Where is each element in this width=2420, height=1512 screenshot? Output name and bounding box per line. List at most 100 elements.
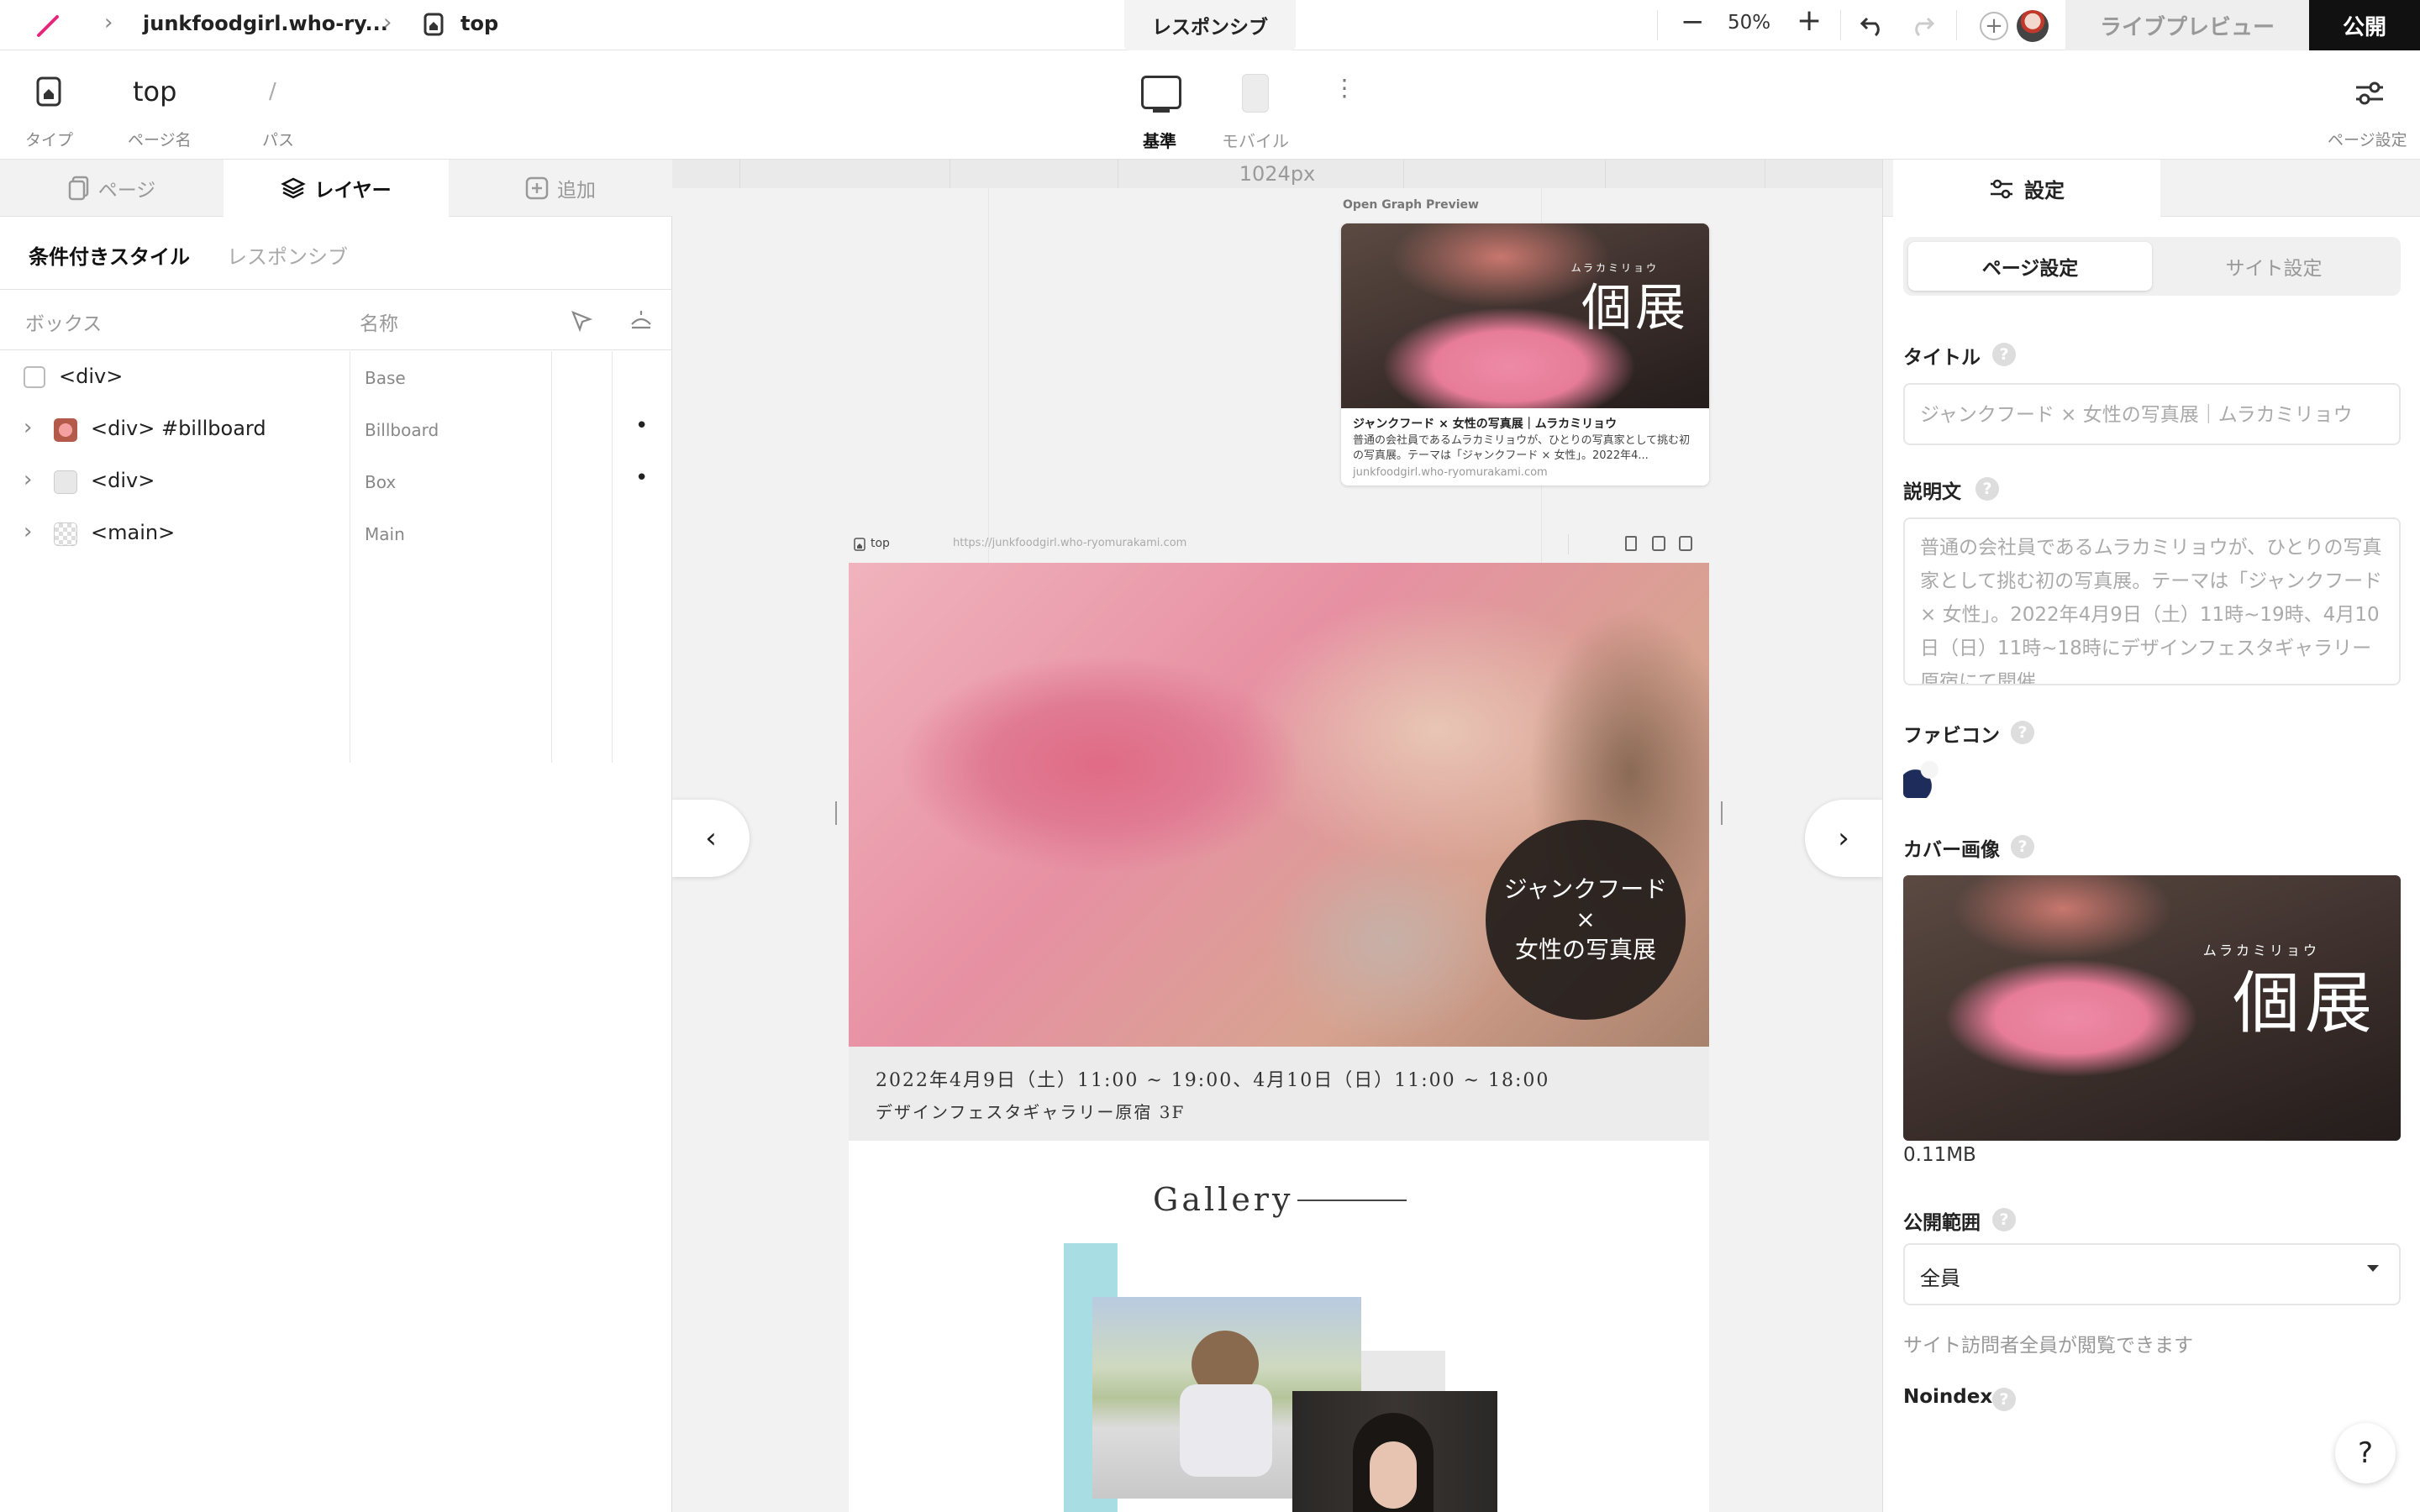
checkbox-icon[interactable]: [24, 366, 45, 388]
title-placeholder: ジャンクフード × 女性の写真展｜ムラカミリョウ: [1920, 404, 2353, 426]
title-label: タイトル: [1903, 347, 1981, 369]
responsive-mode-tab[interactable]: レスポンシブ: [1124, 0, 1296, 50]
layer-row[interactable]: › <div> #billboard Billboard •: [0, 403, 672, 455]
path-value[interactable]: /: [269, 79, 276, 104]
tab-add[interactable]: 追加: [449, 160, 672, 217]
og-title: ジャンクフード × 女性の写真展｜ムラカミリョウ: [1353, 417, 1618, 431]
hero-line-3: 女性の写真展: [1514, 936, 1656, 963]
subtab-responsive[interactable]: レスポンシブ: [227, 240, 348, 270]
page-settings-icon[interactable]: [2354, 81, 2385, 106]
redo-icon[interactable]: [1907, 13, 1936, 37]
layer-row[interactable]: › <div> Box •: [0, 455, 672, 507]
duplicate-icon[interactable]: [1652, 536, 1665, 551]
resize-handle-right[interactable]: [1721, 801, 1723, 825]
tab-pages-label: ページ: [97, 179, 156, 202]
visibility-select[interactable]: 全員: [1903, 1243, 2401, 1305]
cover-image-subtitle: ムラカミリョウ: [2202, 942, 2320, 958]
zoom-in-icon[interactable]: +: [1797, 3, 1822, 38]
chevron-right-icon: ›: [383, 10, 392, 35]
help-icon[interactable]: ?: [2011, 835, 2034, 858]
description-textarea[interactable]: 普通の会社員であるムラカミリョウが、ひとりの写真家として挑む初の写真展。テーマは…: [1903, 517, 2401, 685]
add-collaborator-icon[interactable]: +: [1980, 12, 2008, 40]
divider: [1568, 534, 1569, 554]
title-input[interactable]: ジャンクフード × 女性の写真展｜ムラカミリョウ: [1903, 383, 2401, 445]
layer-row[interactable]: › <main> Main: [0, 507, 672, 559]
avatar[interactable]: [2017, 10, 2049, 42]
og-preview-label: Open Graph Preview: [1343, 198, 1479, 212]
page-type-home-icon[interactable]: [35, 76, 62, 108]
tab-layers[interactable]: レイヤー: [224, 160, 449, 217]
device-mobile-label[interactable]: モバイル: [1222, 128, 1289, 152]
mobile-device-icon[interactable]: [1242, 74, 1269, 113]
layer-name[interactable]: Box: [365, 472, 396, 492]
next-page-button[interactable]: ›: [1805, 800, 1882, 877]
layers-panel: ページ レイヤー 追加 条件付きスタイル レスポンシブ ボックス 名称 <div…: [0, 160, 672, 1512]
device-base-label[interactable]: 基準: [1143, 128, 1176, 152]
transparent-thumbnail-icon: [54, 522, 77, 546]
tab-layers-label: レイヤー: [314, 180, 392, 202]
pencil-logo-icon[interactable]: [34, 12, 62, 40]
billboard-thumbnail-icon: [54, 418, 77, 442]
page-frame[interactable]: ジャンクフード × 女性の写真展 2022年4月9日（土）11:00 ~ 19:…: [849, 563, 1709, 1512]
chevron-right-icon[interactable]: ›: [24, 467, 32, 492]
page-settings-label[interactable]: ページ設定: [2328, 128, 2407, 150]
cover-label: カバー画像: [1903, 839, 2000, 861]
layer-name[interactable]: Base: [365, 368, 406, 388]
tab-settings[interactable]: 設定: [1893, 160, 2160, 218]
desktop-device-icon[interactable]: [1141, 76, 1181, 109]
gallery-photo-2[interactable]: [1292, 1391, 1497, 1512]
undo-icon[interactable]: [1859, 13, 1887, 37]
publish-button[interactable]: 公開: [2309, 0, 2420, 50]
visibility-icon[interactable]: [629, 307, 654, 333]
layer-row[interactable]: <div> Base: [0, 351, 672, 403]
help-icon[interactable]: ?: [2011, 721, 2034, 744]
photo-figure: [1180, 1384, 1272, 1477]
layer-tag: <div>: [91, 469, 155, 492]
help-icon[interactable]: ?: [1992, 343, 2016, 366]
ruler-width-label: 1024px: [1239, 162, 1316, 186]
chevron-right-icon[interactable]: ›: [24, 415, 32, 440]
og-image-title: 個展: [1581, 279, 1689, 338]
help-icon[interactable]: ?: [1975, 477, 1999, 501]
help-icon[interactable]: ?: [1992, 1208, 2016, 1231]
resize-handle-left[interactable]: [835, 801, 837, 825]
segment-page-settings[interactable]: ページ設定: [1908, 242, 2152, 291]
breadcrumb-site[interactable]: junkfoodgirl.who-ry...: [143, 12, 388, 35]
hero-title-circle: ジャンクフード × 女性の写真展: [1486, 820, 1686, 1020]
hero-line-1: ジャンクフード: [1503, 875, 1668, 903]
delete-icon[interactable]: [1625, 536, 1637, 551]
zoom-out-icon[interactable]: −: [1681, 5, 1705, 39]
help-button[interactable]: ?: [2335, 1423, 2396, 1483]
layer-name[interactable]: Billboard: [365, 420, 439, 440]
cursor-select-icon[interactable]: [568, 307, 593, 333]
cover-image[interactable]: 個展 ムラカミリョウ: [1903, 875, 2401, 1141]
hero-image[interactable]: ジャンクフード × 女性の写真展: [849, 563, 1709, 1047]
subtab-conditional-style[interactable]: 条件付きスタイル: [29, 240, 190, 270]
live-preview-button[interactable]: ライブプレビュー: [2065, 0, 2309, 50]
prev-page-button[interactable]: ‹: [672, 800, 750, 877]
photo-figure: [1370, 1441, 1417, 1509]
home-page-icon: [424, 13, 444, 36]
col-header-box: ボックス: [25, 313, 103, 335]
og-domain: junkfoodgirl.who-ryomurakami.com: [1353, 466, 1548, 479]
page-name-value[interactable]: top: [133, 76, 176, 108]
favicon-label: ファビコン: [1903, 725, 2000, 747]
chevron-right-icon[interactable]: ›: [24, 519, 32, 544]
more-options-icon[interactable]: ⋮: [1333, 76, 1356, 100]
breadcrumb-page[interactable]: top: [460, 12, 498, 35]
favicon-image[interactable]: [1903, 758, 1944, 798]
description-label: 説明文: [1903, 481, 1961, 503]
zoom-level[interactable]: 50%: [1728, 12, 1770, 34]
visibility-label: 公開範囲: [1903, 1212, 1981, 1234]
export-icon[interactable]: [1679, 536, 1692, 551]
event-info-band: 2022年4月9日（土）11:00 ~ 19:00、4月10日（日）11:00 …: [849, 1047, 1709, 1141]
divider: [0, 289, 672, 290]
event-date: 2022年4月9日（土）11:00 ~ 19:00、4月10日（日）11:00 …: [876, 1070, 1550, 1091]
canvas-area[interactable]: 1024px Open Graph Preview 個展 ムラカミリョウ ジャン…: [672, 160, 1882, 1512]
layer-name[interactable]: Main: [365, 524, 405, 544]
og-preview-image: 個展 ムラカミリョウ: [1341, 223, 1709, 408]
help-icon[interactable]: ?: [1992, 1388, 2016, 1411]
segment-site-settings[interactable]: サイト設定: [2152, 242, 2396, 291]
layers-icon: [281, 177, 307, 199]
tab-pages[interactable]: ページ: [0, 160, 224, 217]
